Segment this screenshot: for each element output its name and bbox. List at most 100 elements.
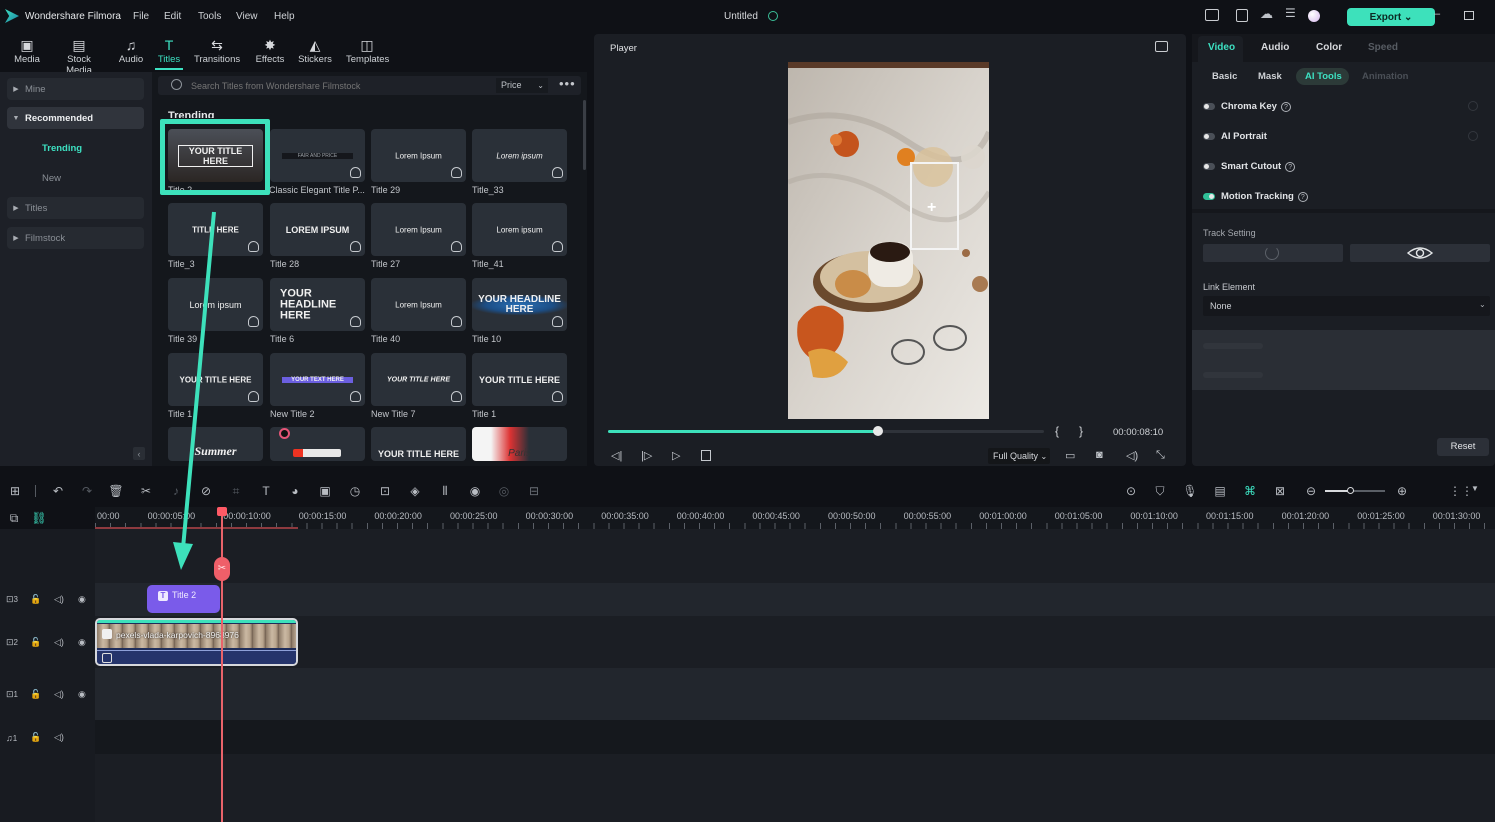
menu-list-icon[interactable]: ☰ (1285, 6, 1296, 20)
render-preview-icon[interactable]: ⊙ (1123, 484, 1139, 498)
video-clip[interactable]: pexels-vlada-karpovich-8968976 (95, 618, 298, 666)
sidebar-item-titles[interactable]: ▶ Titles (7, 197, 144, 219)
menu-help[interactable]: Help (274, 11, 295, 22)
title-card[interactable]: Lorem Ipsum (371, 203, 466, 256)
volume-icon[interactable]: ◁) (54, 594, 78, 605)
download-icon[interactable] (552, 167, 563, 178)
collapse-sidebar-button[interactable]: ‹ (133, 447, 145, 460)
title-card[interactable]: Summer (168, 427, 263, 461)
ai-text-icon[interactable]: ▣ (317, 484, 333, 498)
display-monitor-icon[interactable]: ▭ (1065, 449, 1075, 462)
link-tracks-icon[interactable]: ⛓ (31, 511, 47, 525)
help-icon[interactable]: ? (1280, 101, 1291, 112)
start-tracking-button[interactable] (1203, 244, 1343, 262)
keyframe-icon[interactable]: ◈ (407, 484, 423, 498)
title-card[interactable]: Lorem ipsum (472, 203, 567, 256)
volume-icon[interactable]: ◁) (54, 689, 78, 700)
lock-icon[interactable]: 🔓 (30, 594, 54, 605)
download-icon[interactable] (350, 241, 361, 252)
zoom-in-icon[interactable]: ⊕ (1394, 484, 1410, 498)
download-icon[interactable] (451, 316, 462, 327)
subtab-ai-tools[interactable]: AI Tools (1305, 71, 1342, 82)
tab-video[interactable]: Video (1208, 42, 1235, 53)
more-options-icon[interactable]: ••• (559, 77, 576, 90)
tab-audio[interactable]: ♫ Audio (118, 36, 144, 65)
link-icon[interactable]: ⊘ (198, 484, 214, 498)
download-icon[interactable] (451, 241, 462, 252)
download-icon[interactable] (552, 391, 563, 402)
title-clip[interactable]: T Title 2 (147, 585, 220, 613)
price-filter-dropdown[interactable]: Price ⌄ (496, 78, 548, 93)
sidebar-subitem-new[interactable]: New (42, 173, 61, 184)
playback-quality-dropdown[interactable]: Full Quality ⌄ (988, 448, 1050, 464)
layout-grid-icon[interactable]: ⊞ (7, 484, 23, 498)
previous-frame-icon[interactable]: ◁| (611, 449, 622, 462)
color-match-icon[interactable]: ◉ (467, 484, 483, 498)
fit-timeline-icon[interactable]: ⊠ (1272, 484, 1288, 498)
snapshot-image-icon[interactable] (1155, 41, 1168, 52)
cloud-upload-icon[interactable]: ☁ (1260, 6, 1273, 22)
playhead-line[interactable] (221, 507, 223, 822)
download-icon[interactable] (451, 391, 462, 402)
download-icon[interactable] (451, 167, 462, 178)
auto-reframe-icon[interactable]: ⊡ (377, 484, 393, 498)
export-button[interactable]: Export ⌄ (1347, 8, 1435, 26)
search-input[interactable] (191, 81, 481, 91)
reset-button[interactable]: Reset (1437, 438, 1489, 456)
speed-timer-icon[interactable]: ◷ (347, 484, 363, 498)
fullscreen-icon[interactable]: ⤡ (1156, 449, 1165, 462)
ai-portrait-toggle[interactable] (1203, 133, 1215, 140)
audio-waveform-icon[interactable]: ⫴ (437, 484, 453, 499)
title-card[interactable]: YOUR TITLE HERE (168, 353, 263, 406)
volume-icon[interactable]: ◁) (54, 637, 78, 648)
subtab-basic[interactable]: Basic (1212, 71, 1237, 82)
download-icon[interactable] (248, 241, 259, 252)
timeline-zoom-handle[interactable] (1347, 487, 1354, 494)
caret-down-icon[interactable]: ▼ (1467, 484, 1483, 493)
microphone-icon[interactable]: 🎙 (1182, 484, 1198, 498)
download-icon[interactable] (350, 316, 361, 327)
menu-file[interactable]: File (133, 11, 149, 22)
eye-icon[interactable]: ◉ (78, 594, 102, 605)
eye-icon[interactable]: ◉ (78, 689, 102, 700)
help-icon[interactable]: ? (1285, 161, 1296, 172)
save-icon[interactable] (1236, 9, 1248, 22)
mark-in-button[interactable]: { (1055, 424, 1059, 438)
title-card[interactable]: YOUR HEADLINE HERE (472, 278, 567, 331)
grid-scrollbar[interactable] (583, 100, 586, 170)
title-card[interactable]: Lorem Ipsum (371, 129, 466, 182)
tab-stickers[interactable]: ◭ Stickers (298, 36, 332, 65)
menu-tools[interactable]: Tools (198, 11, 221, 22)
tab-color[interactable]: Color (1316, 42, 1342, 53)
chroma-key-toggle[interactable] (1203, 103, 1215, 110)
text-icon[interactable]: T (258, 484, 274, 498)
title-card[interactable]: FAIR AND PRICE (270, 129, 365, 182)
tab-audio[interactable]: Audio (1261, 42, 1289, 53)
title-card[interactable]: YOUR TEXT HERE (270, 353, 365, 406)
delete-trash-icon[interactable]: 🗑 (108, 484, 124, 498)
title-card[interactable]: Lorem ipsum (472, 129, 567, 182)
color-palette-icon[interactable]: ◕ (287, 484, 303, 498)
motion-tracking-toggle[interactable] (1203, 193, 1215, 200)
title-card[interactable]: YOUR HEADLINE HERE (270, 278, 365, 331)
zoom-out-icon[interactable]: ⊖ (1303, 484, 1319, 498)
sidebar-item-filmstock[interactable]: ▶ Filmstock (7, 227, 144, 249)
menu-view[interactable]: View (236, 11, 258, 22)
play-icon[interactable]: ▷ (672, 449, 680, 462)
next-frame-icon[interactable]: |▷ (641, 449, 652, 462)
tab-effects[interactable]: ✸ Effects (254, 36, 286, 65)
lock-icon[interactable]: 🔓 (30, 637, 54, 648)
stop-icon[interactable] (701, 450, 711, 461)
lock-icon[interactable]: 🔓 (30, 732, 54, 743)
playhead-handle[interactable] (217, 507, 227, 516)
sidebar-item-recommended[interactable]: ▼ Recommended (7, 107, 144, 129)
subtab-mask[interactable]: Mask (1258, 71, 1282, 82)
tab-stock-media[interactable]: ▤ Stock Media (55, 36, 103, 76)
title-card[interactable]: LOREM IPSUM (270, 203, 365, 256)
help-icon[interactable]: ? (1297, 191, 1308, 202)
marker-shield-icon[interactable]: ⛉ (1152, 484, 1168, 499)
tab-titles[interactable]: T Titles (155, 36, 183, 65)
title-card[interactable]: YOUR TITLE HERE (371, 427, 466, 461)
user-avatar[interactable] (1308, 10, 1320, 22)
tab-templates[interactable]: ◫ Templates (346, 36, 389, 65)
